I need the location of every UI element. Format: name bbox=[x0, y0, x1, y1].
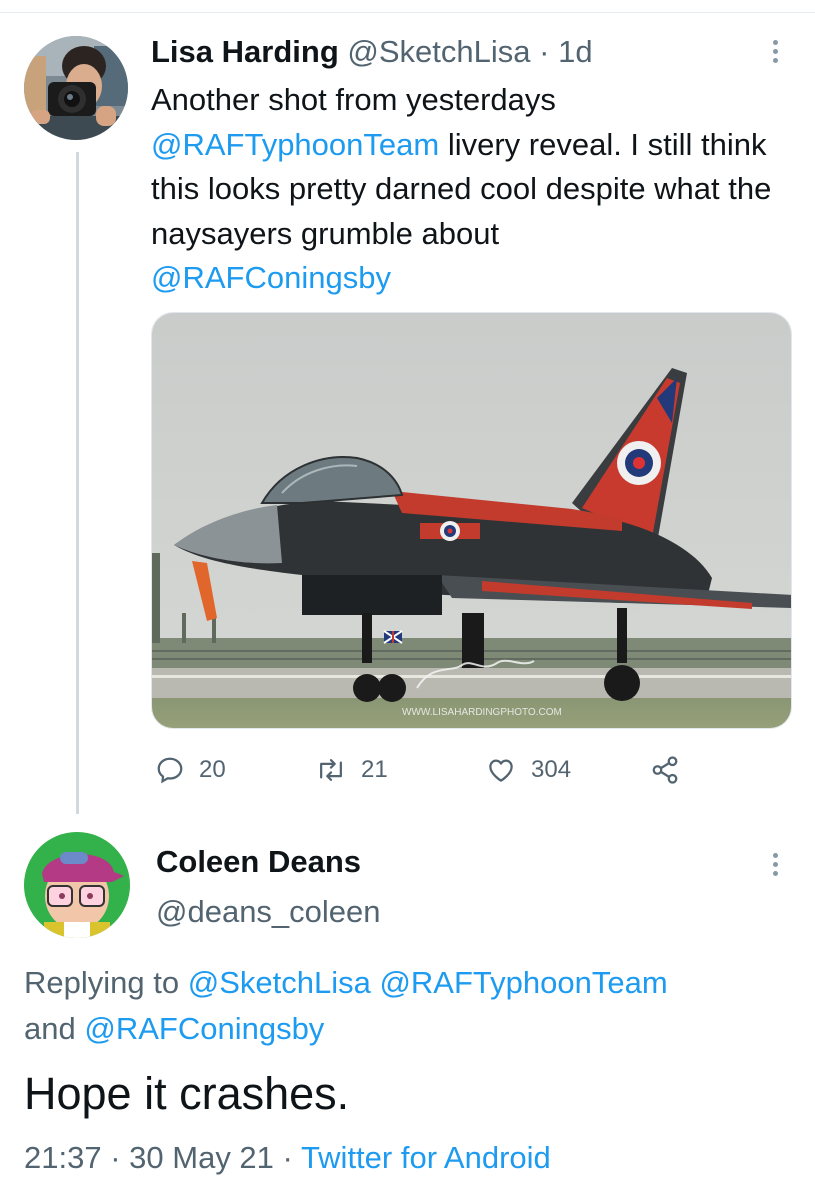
top-divider bbox=[0, 12, 815, 13]
tweet-header: Lisa Harding @SketchLisa · 1d bbox=[151, 32, 593, 72]
like-button[interactable]: 304 bbox=[485, 750, 571, 790]
header-separator: · bbox=[539, 34, 550, 69]
retweet-count: 21 bbox=[361, 756, 388, 783]
replying-mention-sketchlisa[interactable]: @SketchLisa bbox=[188, 965, 371, 1000]
meta-separator: · bbox=[110, 1140, 121, 1175]
author-handle[interactable]: @SketchLisa bbox=[347, 34, 530, 69]
retweet-button[interactable]: 21 bbox=[315, 750, 388, 790]
tweet-action-bar: 20 21 304 bbox=[155, 750, 795, 794]
like-icon bbox=[485, 755, 517, 785]
reply-time[interactable]: 21:37 bbox=[24, 1140, 102, 1175]
tweet-text: Another shot from yesterdays @RAFTyphoon… bbox=[151, 78, 801, 301]
share-button[interactable] bbox=[650, 750, 680, 790]
retweet-icon bbox=[315, 755, 347, 785]
reply-text: Hope it crashes. bbox=[24, 1068, 350, 1119]
reply-button[interactable]: 20 bbox=[155, 750, 226, 790]
meta-separator: · bbox=[282, 1140, 293, 1175]
tweet-text-part: Another shot from yesterdays bbox=[151, 82, 556, 117]
share-icon bbox=[650, 755, 680, 785]
replying-and: and bbox=[24, 1011, 76, 1046]
reply-author-handle[interactable]: @deans_coleen bbox=[156, 890, 381, 934]
reply-icon bbox=[155, 755, 185, 785]
avatar-lisa-harding[interactable] bbox=[24, 36, 128, 140]
reply-date[interactable]: 30 May 21 bbox=[129, 1140, 274, 1175]
photo-watermark: WWW.LISAHARDINGPHOTO.COM bbox=[402, 707, 562, 718]
reply-source[interactable]: Twitter for Android bbox=[301, 1140, 551, 1175]
mention-rafconingsby[interactable]: @RAFConingsby bbox=[151, 260, 391, 295]
more-icon[interactable] bbox=[770, 853, 780, 880]
reply-count: 20 bbox=[199, 756, 226, 783]
replying-mention-rafconingsby[interactable]: @RAFConingsby bbox=[84, 1011, 324, 1046]
avatar-coleen-deans[interactable] bbox=[24, 832, 130, 938]
tweet-media-photo[interactable]: WWW.LISAHARDINGPHOTO.COM bbox=[151, 312, 792, 729]
thread-connector-line bbox=[76, 152, 79, 814]
more-icon[interactable] bbox=[770, 40, 780, 67]
reply-metadata: 21:37 · 30 May 21 · Twitter for Android bbox=[24, 1136, 551, 1180]
replying-prefix: Replying to bbox=[24, 965, 188, 1000]
replying-mention-raftyphoonteam[interactable]: @RAFTyphoonTeam bbox=[379, 965, 667, 1000]
reply-author-name[interactable]: Coleen Deans bbox=[156, 840, 361, 884]
replying-to-line: Replying to @SketchLisa @RAFTyphoonTeam … bbox=[24, 960, 784, 1052]
author-name[interactable]: Lisa Harding bbox=[151, 34, 339, 69]
mention-raftyphoonteam[interactable]: @RAFTyphoonTeam bbox=[151, 127, 439, 162]
tweet-age[interactable]: 1d bbox=[558, 34, 592, 69]
like-count: 304 bbox=[531, 756, 572, 783]
